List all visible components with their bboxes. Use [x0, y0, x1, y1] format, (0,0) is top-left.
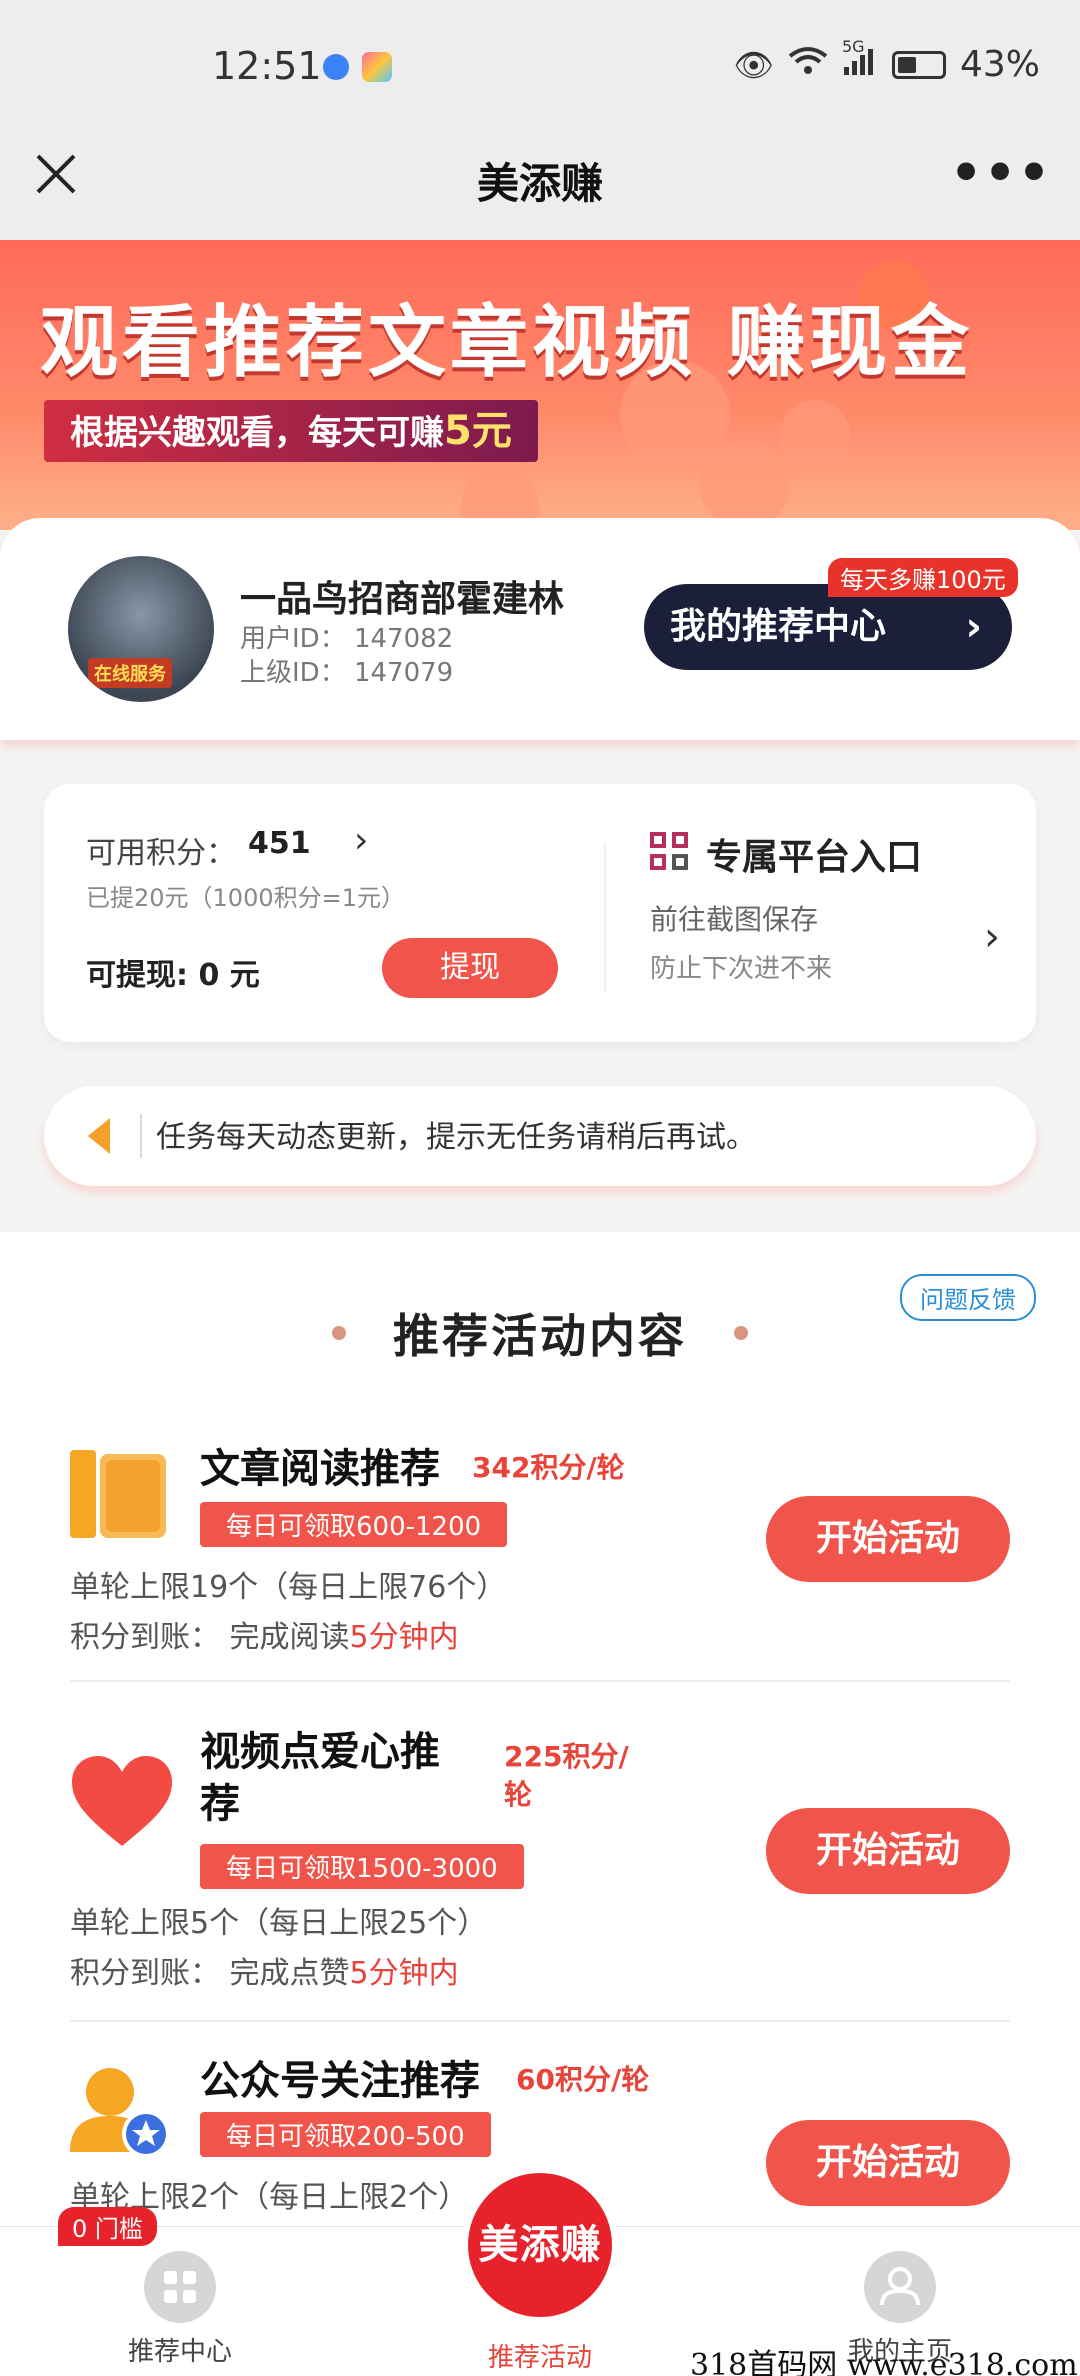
- activity-daily-tag: 每日可领取200-500: [200, 2112, 491, 2157]
- activity-limit: 单轮上限19个（每日上限76个）: [70, 1570, 507, 1605]
- platform-entry-subtitle: 前往截图保存: [650, 903, 819, 936]
- notice-text: 任务每天动态更新，提示无任务请稍后再试。: [156, 1120, 756, 1155]
- credit-time-value: 5分钟内: [349, 1956, 459, 1991]
- app-notification-icon-2: [362, 52, 392, 82]
- withdraw-button[interactable]: 提现: [382, 938, 558, 998]
- status-time: 12:51: [212, 44, 322, 88]
- divider: [140, 1114, 142, 1158]
- activity-limit: 单轮上限5个（每日上限25个）: [70, 1906, 488, 1941]
- activity-title-line: 荐: [200, 1781, 240, 1827]
- banner-subtitle-text: 根据兴趣观看，每天可赚: [70, 413, 444, 453]
- promo-banner: 观看推荐文章视频 赚现金 根据兴趣观看，每天可赚5元: [0, 240, 1080, 530]
- zero-threshold-badge: 0 门槛: [58, 2207, 157, 2246]
- parent-id: 上级ID： 147079: [240, 658, 454, 688]
- network-type: 5G: [841, 37, 865, 56]
- earn-more-badge: 每天多赚100元: [828, 558, 1018, 597]
- divider: [70, 2020, 1010, 2022]
- activity-points: 342积分/轮: [472, 1451, 625, 1484]
- start-activity-button[interactable]: 开始活动: [766, 1808, 1010, 1894]
- nav-item-recommend-center[interactable]: 推荐中心: [90, 2251, 270, 2368]
- activity-points-line: 轮: [504, 1778, 533, 1811]
- activity-title-line: 视频点爱心推: [200, 1729, 440, 1775]
- nav-label: 推荐中心: [127, 2337, 232, 2367]
- heart-icon: [70, 1754, 174, 1854]
- nav-item-recommend-activity[interactable]: 推荐活动: [450, 2337, 630, 2374]
- signal-icon: 5G: [842, 37, 878, 82]
- credit-time-value: 5分钟内: [349, 1620, 459, 1655]
- status-bar: 12:51 👁 5G 43%: [0, 0, 1080, 140]
- activity-title: 视频点爱心推荐: [200, 1726, 440, 1830]
- withdrawable-amount: 可提现: 0 元: [86, 958, 260, 993]
- divider: [604, 842, 606, 992]
- section-title: 推荐活动内容: [393, 1309, 687, 1363]
- activity-daily-tag: 每日可领取600-1200: [200, 1502, 508, 1547]
- activity-daily-tag: 每日可领取1500-3000: [200, 1844, 524, 1889]
- speaker-icon: [88, 1118, 110, 1154]
- status-icons: 👁 5G 43%: [733, 37, 1040, 85]
- qr-code-icon: [650, 832, 690, 872]
- chevron-right-icon[interactable]: ›: [354, 820, 368, 861]
- decor-dot: [734, 1326, 748, 1340]
- grid-icon: [144, 2251, 216, 2323]
- start-activity-button[interactable]: 开始活动: [766, 1496, 1010, 1582]
- app-logo-button[interactable]: 美添赚: [462, 2167, 618, 2323]
- app-header: 美添赚 •••: [0, 120, 1080, 240]
- user-name: 一品鸟招商部霍建林: [240, 579, 565, 620]
- book-icon: [70, 1446, 170, 1546]
- start-activity-button[interactable]: 开始活动: [766, 2120, 1010, 2206]
- platform-entry-note: 防止下次进不来: [650, 954, 833, 984]
- points-card: 可用积分： 451 › 已提20元（1000积分=1元） 可提现: 0 元 提现…: [44, 784, 1036, 1042]
- user-follow-icon: [70, 2066, 174, 2166]
- more-options-icon[interactable]: •••: [950, 144, 1052, 202]
- points-label: 可用积分：: [86, 836, 236, 871]
- avatar[interactable]: 在线服务: [68, 556, 214, 702]
- activity-title: 公众号关注推荐: [200, 2058, 480, 2104]
- app-notification-icon: [323, 54, 349, 80]
- banner-subtitle-amount: 5元: [444, 408, 512, 454]
- user-icon: [864, 2251, 936, 2323]
- activity-credit-time: 积分到账： 完成阅读5分钟内: [70, 1612, 459, 1656]
- battery-level: 43%: [959, 44, 1040, 85]
- user-id: 用户ID： 147082: [240, 624, 454, 654]
- divider: [70, 1680, 1010, 1682]
- notice-bar: 任务每天动态更新，提示无任务请稍后再试。: [44, 1086, 1036, 1186]
- points-note: 已提20元（1000积分=1元）: [86, 884, 405, 912]
- activity-title: 文章阅读推荐: [200, 1446, 440, 1492]
- page-title: 美添赚: [476, 159, 603, 208]
- platform-entry-title[interactable]: 专属平台入口: [706, 828, 922, 880]
- eye-icon: 👁: [733, 45, 774, 84]
- points-value: 451: [248, 826, 311, 861]
- chevron-right-icon[interactable]: ›: [984, 914, 1000, 960]
- profile-card: 在线服务 一品鸟招商部霍建林 用户ID： 147082 上级ID： 147079…: [0, 518, 1080, 740]
- credit-time-label: 积分到账： 完成阅读: [70, 1620, 350, 1655]
- activity-points: 60积分/轮: [516, 2063, 650, 2096]
- watermark: 318首码网 www.e318.com: [690, 2348, 1078, 2376]
- activity-points: 225积分/轮: [504, 1738, 629, 1814]
- avatar-service-tag: 在线服务: [88, 658, 172, 688]
- rec-center-label: 我的推荐中心: [670, 606, 887, 647]
- credit-time-label: 积分到账： 完成点赞: [70, 1956, 350, 1991]
- activity-points-line: 225积分/: [504, 1740, 629, 1773]
- activity-credit-time: 积分到账： 完成点赞5分钟内: [70, 1948, 459, 1992]
- wifi-icon: [788, 46, 828, 84]
- banner-subtitle: 根据兴趣观看，每天可赚5元: [44, 400, 538, 462]
- battery-icon: [891, 50, 946, 79]
- banner-title: 观看推荐文章视频 赚现金: [40, 298, 974, 388]
